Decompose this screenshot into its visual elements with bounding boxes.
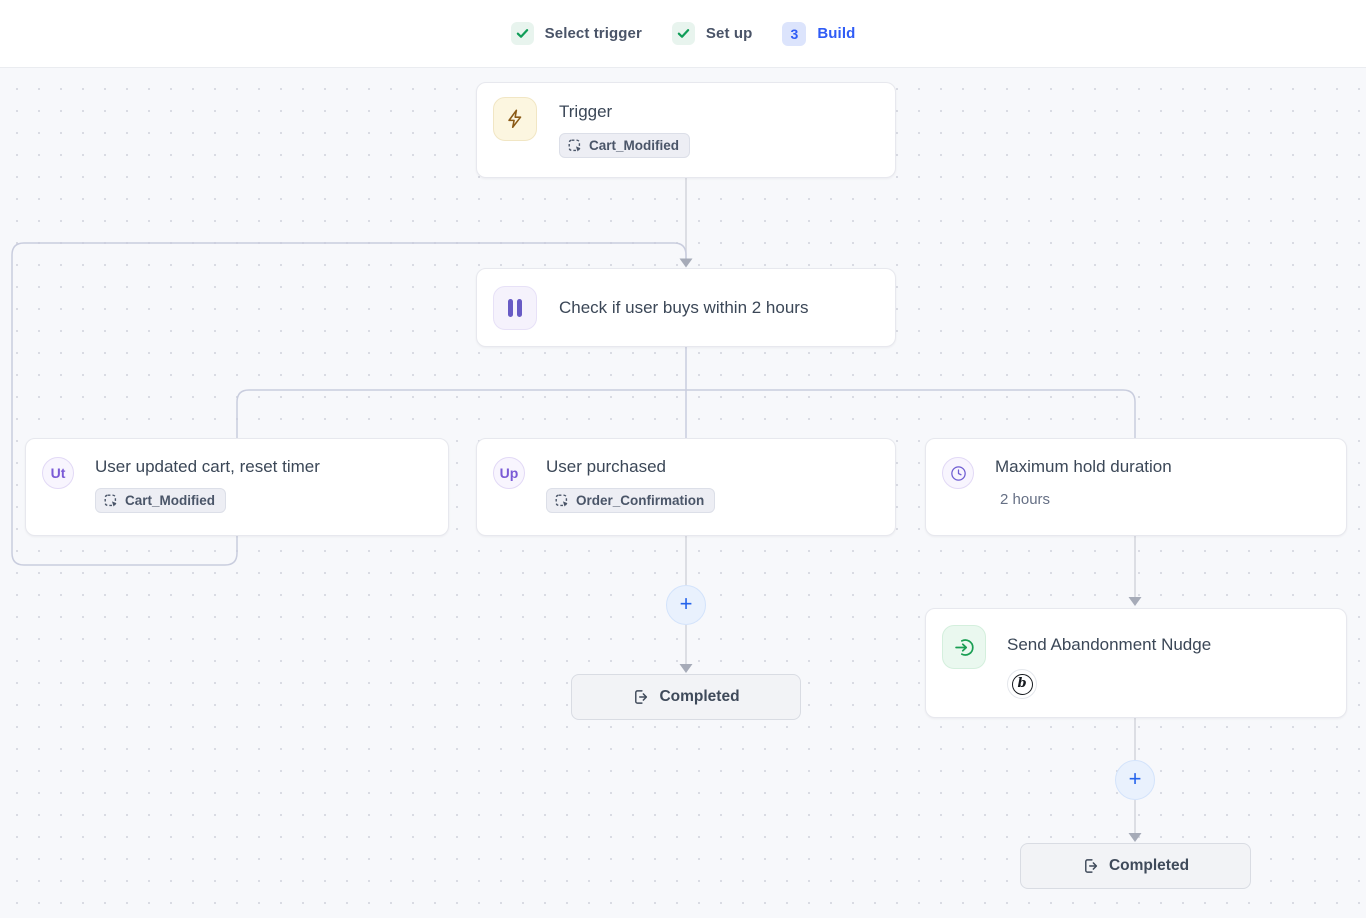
node-title: User purchased	[546, 455, 666, 479]
node-title: Check if user buys within 2 hours	[559, 296, 808, 320]
workflow-canvas[interactable]: Trigger Cart_Modified Check if user buys…	[0, 68, 1366, 918]
step-label: Set up	[706, 25, 752, 42]
exit-icon	[632, 688, 650, 706]
completed-label: Completed	[1109, 857, 1189, 875]
event-tag-label: Cart_Modified	[589, 138, 679, 153]
completed-end-node[interactable]: Completed	[1020, 843, 1251, 889]
step-label: Build	[817, 25, 855, 42]
node-title: Send Abandonment Nudge	[1007, 633, 1211, 657]
check-icon	[511, 22, 534, 45]
event-tag-label: Order_Confirmation	[576, 493, 704, 508]
step-number-badge: 3	[782, 22, 806, 46]
plus-icon: +	[1129, 768, 1142, 790]
event-tag[interactable]: Cart_Modified	[95, 488, 226, 513]
branch-purchased-node[interactable]: Up User purchased Order_Confirmation	[476, 438, 896, 536]
braze-logo-icon: b	[1007, 669, 1037, 699]
clock-icon	[942, 457, 974, 489]
plus-icon: +	[680, 593, 693, 615]
node-title: Trigger	[559, 100, 612, 124]
event-icon	[555, 494, 569, 508]
add-step-button[interactable]: +	[1115, 760, 1155, 800]
node-title: User updated cart, reset timer	[95, 455, 320, 479]
add-step-button[interactable]: +	[666, 585, 706, 625]
exit-icon	[1082, 857, 1100, 875]
check-icon	[672, 22, 695, 45]
hold-check-node[interactable]: Check if user buys within 2 hours	[476, 268, 896, 347]
event-icon	[568, 139, 582, 153]
trigger-node[interactable]: Trigger Cart_Modified	[476, 82, 896, 178]
completed-end-node[interactable]: Completed	[571, 674, 801, 720]
avatar-ut: Ut	[42, 457, 74, 489]
hold-duration-value: 2 hours	[1000, 491, 1050, 508]
lightning-icon	[493, 97, 537, 141]
pause-icon	[493, 286, 537, 330]
node-title: Maximum hold duration	[995, 455, 1172, 479]
nudge-action-node[interactable]: Send Abandonment Nudge b	[925, 608, 1347, 718]
step-build[interactable]: 3 Build	[782, 22, 855, 46]
branch-max-hold-node[interactable]: Maximum hold duration 2 hours	[925, 438, 1347, 536]
branch-reset-node[interactable]: Ut User updated cart, reset timer Cart_M…	[25, 438, 449, 536]
avatar-up: Up	[493, 457, 525, 489]
completed-label: Completed	[659, 688, 739, 706]
stepper-bar: Select trigger Set up 3 Build	[0, 0, 1366, 68]
send-into-icon	[942, 625, 986, 669]
step-label: Select trigger	[545, 25, 642, 42]
step-set-up[interactable]: Set up	[672, 22, 752, 45]
event-icon	[104, 494, 118, 508]
step-select-trigger[interactable]: Select trigger	[511, 22, 642, 45]
event-tag[interactable]: Cart_Modified	[559, 133, 690, 158]
event-tag-label: Cart_Modified	[125, 493, 215, 508]
event-tag[interactable]: Order_Confirmation	[546, 488, 715, 513]
